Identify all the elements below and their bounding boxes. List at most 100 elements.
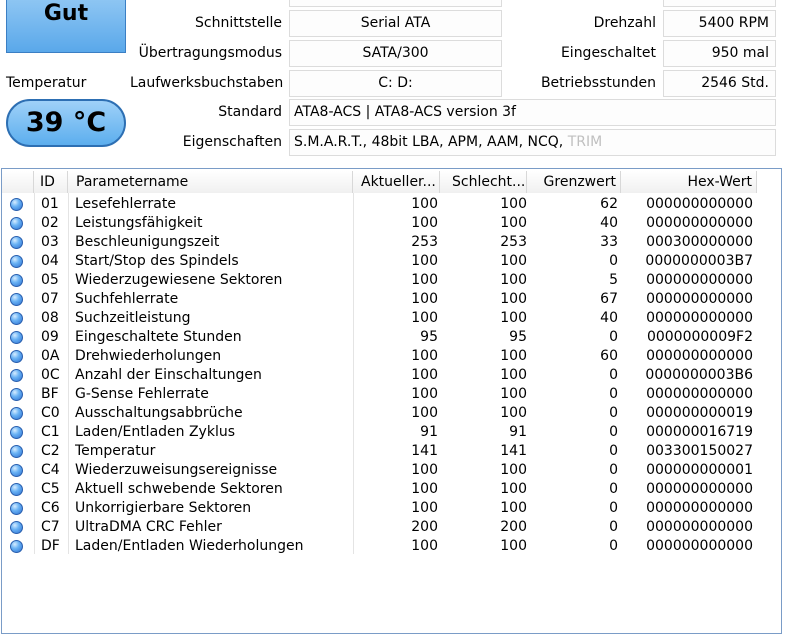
table-row[interactable]: 08 Suchzeitleistung 100 100 40 000000000000 — [2, 309, 762, 328]
feature-trim-disabled: TRIM — [567, 134, 603, 150]
table-row[interactable]: 0A Drehwiederholungen 100 100 60 000000000000 — [2, 347, 762, 366]
attribute-threshold: 0 — [609, 462, 618, 478]
attribute-current: 253 — [411, 234, 438, 250]
attribute-raw-value: 000000000000 — [646, 196, 753, 212]
attribute-worst: 100 — [500, 291, 527, 307]
attribute-raw-value: 0000000003B7 — [645, 253, 753, 269]
column-header-id[interactable]: ID — [34, 171, 68, 193]
temperature-badge[interactable]: 39 °C — [6, 99, 126, 147]
power-on-hours-field: 2546 Std. — [663, 70, 776, 97]
attribute-threshold: 33 — [600, 234, 618, 250]
rotation-label: Drehzahl — [593, 15, 656, 31]
table-row[interactable]: 02 Leistungsfähigkeit 100 100 40 000000000000 — [2, 214, 762, 233]
attribute-name: Anzahl der Einschaltungen — [75, 367, 262, 383]
interface-field: Serial ATA — [289, 10, 502, 37]
column-header-name[interactable]: Parametername — [68, 171, 353, 193]
table-row[interactable]: C1 Laden/Entladen Zyklus 91 91 0 000000016719 — [2, 423, 762, 442]
table-row[interactable]: C4 Wiederzuweisungsereignisse 100 100 0 00000… — [2, 461, 762, 480]
column-header-status[interactable] — [2, 171, 34, 193]
table-row[interactable]: C0 Ausschaltungsabbrüche 100 100 0 0000000000… — [2, 404, 762, 423]
status-dot-icon — [10, 274, 23, 287]
attribute-current: 100 — [411, 310, 438, 326]
attribute-worst: 100 — [500, 405, 527, 421]
column-header-raw[interactable]: Hex-Wert — [621, 171, 757, 193]
attribute-raw-value: 000000000000 — [646, 386, 753, 402]
attribute-id: C6 — [41, 500, 60, 516]
attribute-raw-value: 000000000000 — [646, 310, 753, 326]
attribute-raw-value: 000300000000 — [646, 234, 753, 250]
attribute-threshold: 0 — [609, 538, 618, 554]
attribute-worst: 100 — [500, 481, 527, 497]
attribute-raw-value: 000000000001 — [646, 462, 753, 478]
attribute-name: Laden/Entladen Zyklus — [75, 424, 236, 440]
attribute-name: Temperatur — [75, 443, 156, 459]
smart-attribute-table[interactable]: ID Parametername Aktueller... Schlecht..… — [1, 168, 782, 634]
attribute-current: 91 — [420, 424, 438, 440]
attribute-current: 141 — [411, 443, 438, 459]
status-dot-icon — [10, 312, 23, 325]
rotation-field: 5400 RPM — [663, 10, 776, 37]
table-row[interactable]: 03 Beschleunigungszeit 253 253 33 00030000000… — [2, 233, 762, 252]
health-status-button[interactable]: Gut — [6, 0, 126, 53]
table-row[interactable]: 01 Lesefehlerrate 100 100 62 000000000000 — [2, 195, 762, 214]
table-row[interactable]: 0C Anzahl der Einschaltungen 100 100 0 000000… — [2, 366, 762, 385]
attribute-id: C5 — [41, 481, 60, 497]
standard-label: Standard — [218, 104, 282, 120]
attribute-raw-value: 000000000000 — [646, 500, 753, 516]
table-row[interactable]: BF G-Sense Fehlerrate 100 100 0 000000000000 — [2, 385, 762, 404]
table-row[interactable]: 05 Wiederzugewiesene Sektoren 100 100 5 00000… — [2, 271, 762, 290]
attribute-current: 100 — [411, 196, 438, 212]
table-row[interactable]: DF Laden/Entladen Wiederholungen 100 100 0 00… — [2, 537, 762, 556]
attribute-raw-value: 000000000000 — [646, 272, 753, 288]
attribute-name: Eingeschaltete Stunden — [75, 329, 242, 345]
attribute-name: Ausschaltungsabbrüche — [75, 405, 243, 421]
table-row[interactable]: 04 Start/Stop des Spindels 100 100 0 00000000… — [2, 252, 762, 271]
table-row[interactable]: C5 Aktuell schwebende Sektoren 100 100 0 0000… — [2, 480, 762, 499]
attribute-name: Unkorrigierbare Sektoren — [75, 500, 252, 516]
attribute-name: Wiederzugewiesene Sektoren — [75, 272, 283, 288]
power-on-count-label: Eingeschaltet — [560, 45, 656, 61]
attribute-worst: 100 — [500, 462, 527, 478]
status-dot-icon — [10, 198, 23, 211]
smart-table-header: ID Parametername Aktueller... Schlecht..… — [2, 171, 762, 193]
table-row[interactable]: 09 Eingeschaltete Stunden 95 95 0 0000000009F… — [2, 328, 762, 347]
status-dot-icon — [10, 350, 23, 363]
attribute-current: 100 — [411, 386, 438, 402]
attribute-id: C2 — [41, 443, 60, 459]
attribute-worst: 100 — [500, 386, 527, 402]
status-dot-icon — [10, 483, 23, 496]
column-header-worst[interactable]: Schlecht... — [440, 171, 527, 193]
power-on-count-field: 950 mal — [663, 40, 776, 67]
attribute-worst: 141 — [500, 443, 527, 459]
attribute-name: Drehwiederholungen — [75, 348, 222, 364]
column-header-threshold[interactable]: Grenzwert — [527, 171, 621, 193]
power-on-hours-label: Betriebsstunden — [540, 75, 656, 91]
table-row[interactable]: C7 UltraDMA CRC Fehler 200 200 0 000000000000 — [2, 518, 762, 537]
attribute-threshold: 0 — [609, 253, 618, 269]
attribute-raw-value: 000000000000 — [646, 348, 753, 364]
table-row[interactable]: C2 Temperatur 141 141 0 003300150027 — [2, 442, 762, 461]
table-row[interactable]: 07 Suchfehlerrate 100 100 67 000000000000 — [2, 290, 762, 309]
status-dot-icon — [10, 426, 23, 439]
status-dot-icon — [10, 540, 23, 553]
attribute-current: 100 — [411, 291, 438, 307]
attribute-current: 100 — [411, 538, 438, 554]
column-header-current[interactable]: Aktueller... — [353, 171, 440, 193]
attribute-current: 100 — [411, 405, 438, 421]
firmware-field — [289, 0, 502, 7]
table-row[interactable]: C6 Unkorrigierbare Sektoren 100 100 0 0000000… — [2, 499, 762, 518]
attribute-id: 03 — [41, 234, 59, 250]
attribute-id: 09 — [41, 329, 59, 345]
status-dot-icon — [10, 369, 23, 382]
attribute-threshold: 67 — [600, 291, 618, 307]
attribute-id: BF — [41, 386, 59, 402]
attribute-current: 100 — [411, 272, 438, 288]
attribute-id: C4 — [41, 462, 60, 478]
attribute-raw-value: 000000016719 — [646, 424, 753, 440]
attribute-raw-value: 000000000000 — [646, 538, 753, 554]
attribute-id: 07 — [41, 291, 59, 307]
attribute-raw-value: 0000000003B6 — [645, 367, 753, 383]
attribute-raw-value: 003300150027 — [646, 443, 753, 459]
buffer-field — [663, 0, 776, 7]
status-dot-icon — [10, 236, 23, 249]
